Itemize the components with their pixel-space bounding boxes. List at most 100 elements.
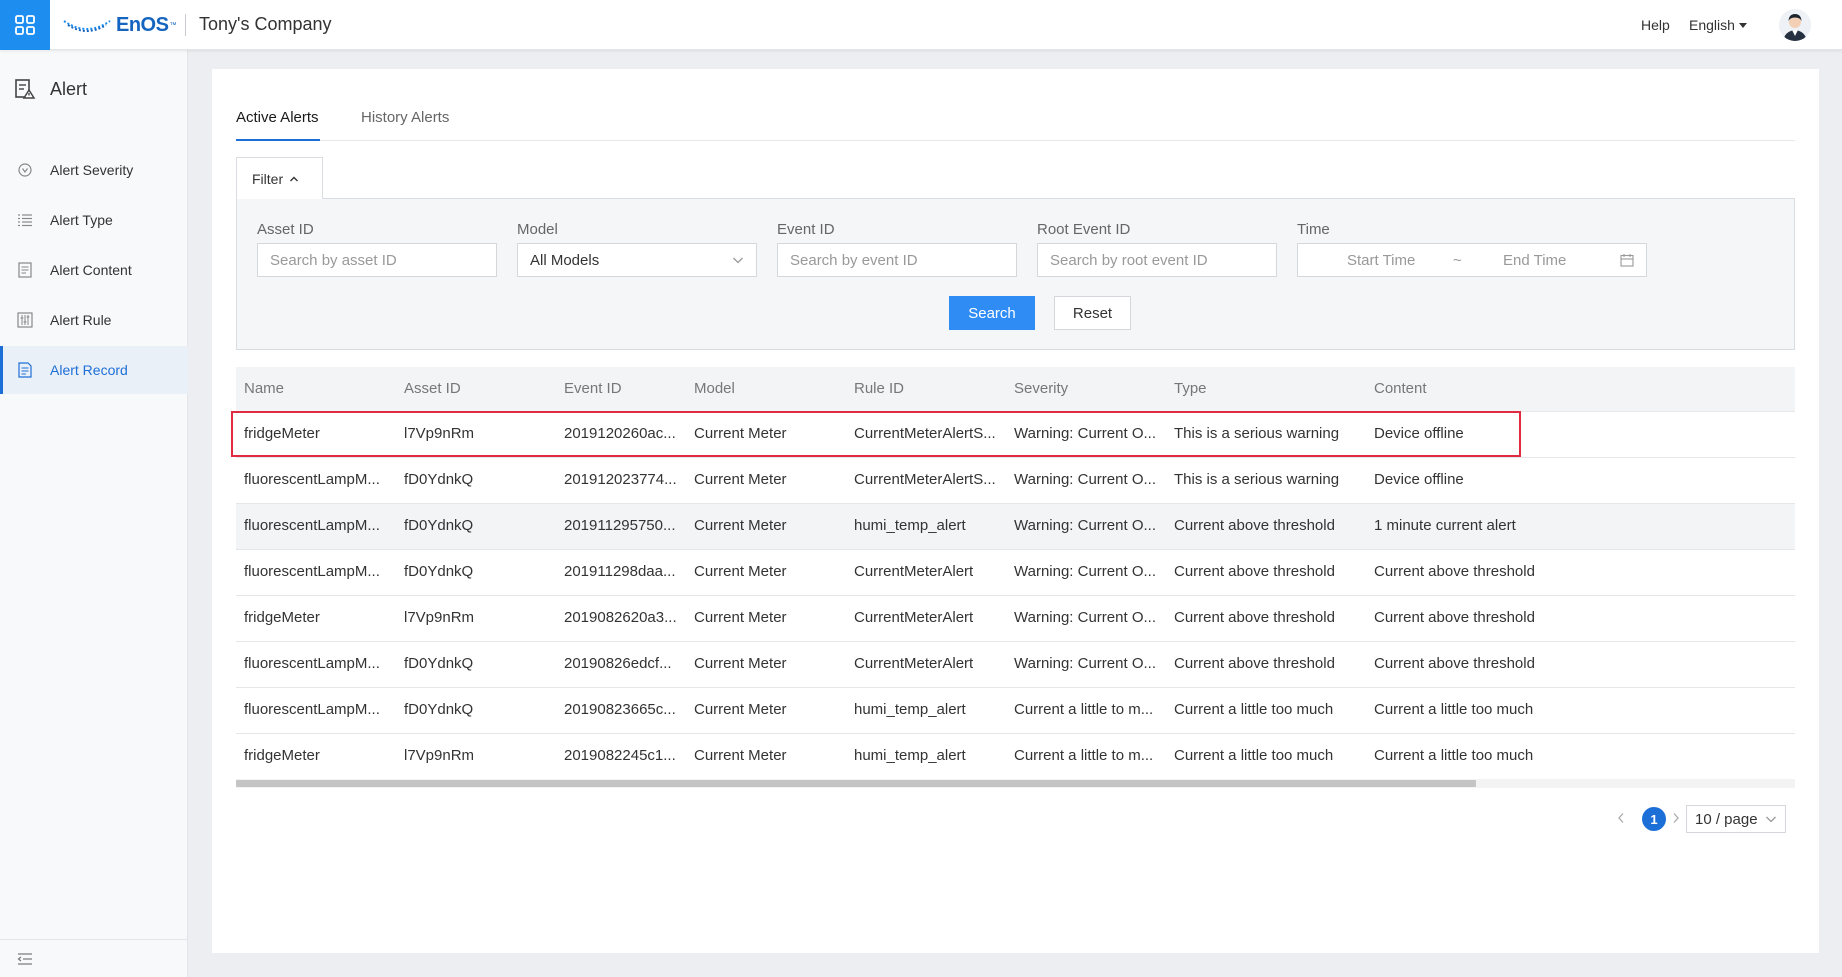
- cell-name: fluorescentLampM...: [244, 471, 380, 488]
- avatar[interactable]: [1779, 9, 1811, 41]
- top-bar: EnOS ™ Tony's Company Help English: [0, 0, 1842, 50]
- cell-rule-id: CurrentMeterAlert: [854, 563, 974, 580]
- search-button[interactable]: Search: [949, 296, 1035, 330]
- sidebar-title: Alert: [50, 78, 88, 99]
- table-row[interactable]: fluorescentLampM... fD0YdnkQ 20190823665…: [236, 688, 1795, 734]
- cell-severity: Warning: Current O...: [1014, 563, 1156, 580]
- sidebar-item-alert-rule[interactable]: Alert Rule: [0, 296, 188, 344]
- sidebar-item-alert-type[interactable]: Alert Type: [0, 196, 188, 244]
- help-link[interactable]: Help: [1641, 17, 1670, 33]
- page-size-select[interactable]: 10 / page: [1686, 805, 1786, 833]
- rule-icon: [16, 311, 34, 329]
- calendar-icon: [1620, 254, 1634, 267]
- tab-history-alerts[interactable]: History Alerts: [361, 109, 449, 141]
- chevron-down-icon: [1766, 816, 1776, 823]
- root-event-id-input[interactable]: Search by root event ID: [1037, 243, 1277, 277]
- column-header-severity: Severity: [1014, 380, 1069, 397]
- cell-model: Current Meter: [694, 471, 787, 488]
- table-row[interactable]: fluorescentLampM... fD0YdnkQ 20191202377…: [236, 458, 1795, 504]
- cell-content: Current above threshold: [1374, 655, 1535, 672]
- cell-severity: Current a little to m...: [1014, 701, 1154, 718]
- filter-toggle[interactable]: Filter: [236, 157, 323, 199]
- table-row[interactable]: fluorescentLampM... fD0YdnkQ 20191129575…: [236, 504, 1795, 550]
- filter-label: Filter: [252, 170, 284, 187]
- cell-asset-id: fD0YdnkQ: [404, 517, 474, 534]
- cell-severity: Warning: Current O...: [1014, 471, 1156, 488]
- sidebar-footer: [0, 939, 188, 977]
- end-time-input[interactable]: End Time: [1503, 252, 1566, 269]
- model-select[interactable]: All Models: [517, 243, 757, 277]
- table-row[interactable]: fridgeMeter l7Vp9nRm 2019120260ac... Cur…: [231, 411, 1795, 458]
- cell-event-id: 20190823665c...: [564, 701, 676, 718]
- page-number-current[interactable]: 1: [1642, 807, 1666, 831]
- column-header-name: Name: [244, 380, 285, 397]
- chevron-left-icon[interactable]: [1617, 811, 1625, 829]
- sidebar-item-alert-severity[interactable]: Alert Severity: [0, 146, 188, 194]
- document-icon: [16, 261, 34, 279]
- scrollbar-thumb[interactable]: [236, 780, 1476, 787]
- table-row[interactable]: fluorescentLampM... fD0YdnkQ 201911298da…: [236, 550, 1795, 596]
- enos-logo[interactable]: EnOS ™: [62, 12, 176, 38]
- column-header-rule-id: Rule ID: [854, 380, 905, 397]
- cell-type: Current a little too much: [1174, 701, 1334, 718]
- horizontal-scrollbar[interactable]: [236, 779, 1795, 788]
- table-row[interactable]: fridgeMeter l7Vp9nRm 2019082245c1... Cur…: [236, 734, 1795, 780]
- page-size-value: 10 / page: [1695, 810, 1758, 828]
- start-time-input[interactable]: Start Time: [1347, 252, 1415, 269]
- pagination: 1 10 / page: [212, 805, 1819, 833]
- logo-text: EnOS: [116, 13, 169, 36]
- asset-id-label: Asset ID: [257, 221, 314, 238]
- model-select-value: All Models: [530, 251, 600, 269]
- event-id-input[interactable]: Search by event ID: [777, 243, 1017, 277]
- column-header-asset-id: Asset ID: [404, 380, 461, 397]
- cell-severity: Current a little to m...: [1014, 747, 1154, 764]
- logo-trademark: ™: [169, 21, 177, 29]
- column-header-model: Model: [694, 380, 735, 397]
- cell-type: Current above threshold: [1174, 517, 1335, 534]
- cell-content: Current above threshold: [1374, 609, 1535, 626]
- app-grid-icon: [15, 15, 35, 35]
- list-icon: [16, 211, 34, 229]
- cell-model: Current Meter: [694, 563, 787, 580]
- sidebar-item-alert-content[interactable]: Alert Content: [0, 246, 188, 294]
- table-row[interactable]: fluorescentLampM... fD0YdnkQ 20190826edc…: [236, 642, 1795, 688]
- reset-button[interactable]: Reset: [1054, 296, 1131, 330]
- tab-active-alerts[interactable]: Active Alerts: [236, 109, 320, 141]
- sidebar-item-label: Alert Type: [50, 212, 113, 228]
- cell-event-id: 2019082245c1...: [564, 747, 676, 764]
- table-row[interactable]: fridgeMeter l7Vp9nRm 2019082620a3... Cur…: [236, 596, 1795, 642]
- language-dropdown[interactable]: English: [1689, 17, 1747, 33]
- cell-type: Current above threshold: [1174, 563, 1335, 580]
- cell-model: Current Meter: [694, 425, 787, 442]
- time-range-picker[interactable]: Start Time ~ End Time: [1297, 243, 1647, 277]
- cell-name: fluorescentLampM...: [244, 517, 380, 534]
- collapse-menu-icon[interactable]: [17, 952, 33, 971]
- cell-asset-id: fD0YdnkQ: [404, 563, 474, 580]
- cell-type: This is a serious warning: [1174, 471, 1340, 488]
- cell-name: fluorescentLampM...: [244, 701, 380, 718]
- cell-severity: Warning: Current O...: [1014, 609, 1156, 626]
- cell-type: Current above threshold: [1174, 609, 1335, 626]
- cell-name: fridgeMeter: [244, 425, 320, 442]
- cell-rule-id: CurrentMeterAlert: [854, 609, 974, 626]
- column-header-content: Content: [1374, 380, 1427, 397]
- asset-id-input[interactable]: Search by asset ID: [257, 243, 497, 277]
- app-grid-button[interactable]: [0, 0, 50, 50]
- sidebar-item-label: Alert Severity: [50, 162, 134, 178]
- chevron-right-icon[interactable]: [1672, 811, 1680, 829]
- cell-rule-id: CurrentMeterAlertS...: [854, 471, 996, 488]
- cell-event-id: 2019120260ac...: [564, 425, 676, 442]
- cell-asset-id: fD0YdnkQ: [404, 701, 474, 718]
- cell-content: Device offline: [1374, 425, 1464, 442]
- event-id-label: Event ID: [777, 221, 835, 238]
- cell-rule-id: CurrentMeterAlertS...: [854, 425, 996, 442]
- cell-event-id: 2019082620a3...: [564, 609, 677, 626]
- alert-app-icon: [15, 79, 36, 99]
- cell-event-id: 201911295750...: [564, 517, 676, 534]
- cell-name: fluorescentLampM...: [244, 563, 380, 580]
- alerts-table: Name Asset ID Event ID Model Rule ID Sev…: [231, 367, 1795, 780]
- cell-name: fridgeMeter: [244, 747, 320, 764]
- sidebar-header: Alert: [14, 78, 87, 100]
- sidebar-item-alert-record[interactable]: Alert Record: [0, 346, 188, 394]
- cell-content: Device offline: [1374, 471, 1464, 488]
